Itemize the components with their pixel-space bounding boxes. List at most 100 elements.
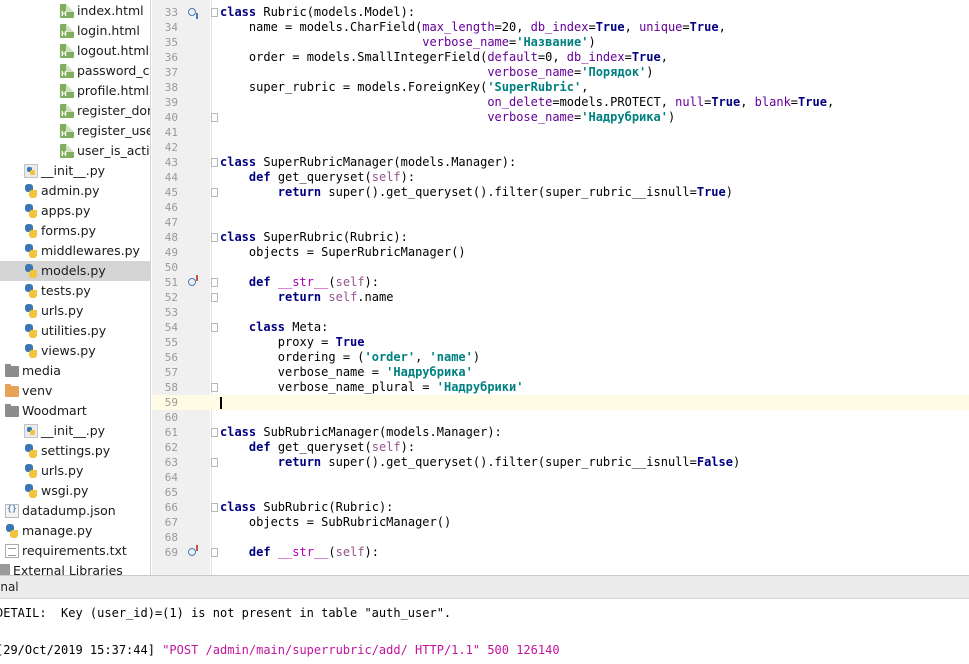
code-line[interactable]: 45 return super().get_queryset().filter(… [152, 185, 969, 200]
terminal-tool-window-header[interactable]: inal [0, 575, 969, 599]
line-number: 50 [164, 261, 178, 274]
fold-marker-icon[interactable] [211, 233, 218, 242]
tree-item-label: register_dor [77, 103, 151, 118]
code-line[interactable]: 61 class SubRubricManager(models.Manager)… [152, 425, 969, 440]
python-file-icon [24, 224, 38, 238]
code-line[interactable]: 33 class Rubric(models.Model): [152, 5, 969, 20]
terminal-tab-label[interactable]: inal [0, 576, 19, 599]
python-file-icon [24, 464, 38, 478]
tree-item[interactable]: manage.py [0, 521, 150, 541]
code-line[interactable]: 65 [152, 485, 969, 500]
fold-marker-icon[interactable] [211, 383, 218, 392]
tree-item[interactable]: datadump.json [0, 501, 150, 521]
code-line[interactable]: 55 proxy = True [152, 335, 969, 350]
code-line[interactable]: 52 return self.name [152, 290, 969, 305]
line-number: 68 [164, 531, 178, 544]
code-line[interactable]: 42 [152, 140, 969, 155]
line-number: 64 [164, 471, 178, 484]
code-line[interactable]: 36 order = models.SmallIntegerField(defa… [152, 50, 969, 65]
fold-marker-icon[interactable] [211, 278, 218, 287]
code-line[interactable]: 40 verbose_name='Надрубрика') [152, 110, 969, 125]
line-number: 48 [164, 231, 178, 244]
tree-item[interactable]: user_is_activ [0, 141, 150, 161]
code-line[interactable]: 37 verbose_name='Порядок') [152, 65, 969, 80]
tree-item[interactable]: middlewares.py [0, 241, 150, 261]
line-number: 58 [164, 381, 178, 394]
python-file-icon [24, 244, 38, 258]
overrides-method-icon[interactable] [188, 275, 198, 286]
tree-item[interactable]: urls.py [0, 301, 150, 321]
code-line[interactable]: 67 objects = SubRubricManager() [152, 515, 969, 530]
tree-item[interactable]: password_c [0, 61, 150, 81]
code-line[interactable]: 38 super_rubric = models.ForeignKey('Sup… [152, 80, 969, 95]
tree-item[interactable]: admin.py [0, 181, 150, 201]
code-editor[interactable]: 33 class Rubric(models.Model): 34 name = m… [152, 0, 969, 575]
code-line[interactable]: 39 on_delete=models.PROTECT, null=True, … [152, 95, 969, 110]
code-line[interactable]: 47 [152, 215, 969, 230]
tree-item[interactable]: register_dor [0, 101, 151, 121]
code-line[interactable]: 46 [152, 200, 969, 215]
tree-item[interactable]: register_use [0, 121, 150, 141]
tree-item[interactable]: venv [0, 381, 150, 401]
tree-item[interactable]: apps.py [0, 201, 150, 221]
tree-item[interactable]: index.html [0, 1, 150, 21]
tree-item[interactable]: forms.py [0, 221, 150, 241]
tree-item[interactable]: profile.html [0, 81, 150, 101]
fold-marker-icon[interactable] [211, 548, 218, 557]
fold-marker-icon[interactable] [211, 8, 218, 17]
code-line[interactable]: 41 [152, 125, 969, 140]
terminal-output[interactable]: DETAIL: Key (user_id)=(1) is not present… [0, 599, 969, 664]
project-tree[interactable]: index.html login.html logout.html password_… [0, 0, 151, 575]
tree-item[interactable]: External Libraries [0, 561, 150, 575]
tree-item[interactable]: models.py [0, 261, 150, 281]
html-file-icon [60, 64, 74, 78]
code-text: objects = SubRubricManager() [220, 515, 452, 529]
tree-item[interactable]: media [0, 361, 150, 381]
tree-item[interactable]: settings.py [0, 441, 150, 461]
fold-marker-icon[interactable] [211, 428, 218, 437]
is-overridden-icon[interactable] [188, 8, 198, 19]
fold-marker-icon[interactable] [211, 293, 218, 302]
fold-marker-icon[interactable] [211, 503, 218, 512]
code-line[interactable]: 69 def __str__(self): [152, 545, 969, 560]
tree-item[interactable]: Woodmart [0, 401, 150, 421]
tree-item[interactable]: __init__.py [0, 421, 150, 441]
fold-marker-icon[interactable] [211, 113, 218, 122]
code-line[interactable]: 68 [152, 530, 969, 545]
code-line[interactable]: 44 def get_queryset(self): [152, 170, 969, 185]
tree-item-label: index.html [77, 3, 144, 18]
code-line[interactable]: 57 verbose_name = 'Надрубрика' [152, 365, 969, 380]
code-line[interactable]: 63 return super().get_queryset().filter(… [152, 455, 969, 470]
tree-item[interactable]: login.html [0, 21, 150, 41]
code-line[interactable]: 50 [152, 260, 969, 275]
fold-marker-icon[interactable] [211, 323, 218, 332]
code-line[interactable]: 60 [152, 410, 969, 425]
code-line[interactable]: 54 class Meta: [152, 320, 969, 335]
tree-item[interactable]: logout.html [0, 41, 150, 61]
fold-marker-icon[interactable] [211, 458, 218, 467]
code-line[interactable]: 59 [152, 395, 969, 410]
code-line[interactable]: 49 objects = SuperRubricManager() [152, 245, 969, 260]
code-line[interactable]: 35 verbose_name='Название') [152, 35, 969, 50]
code-line[interactable]: 43 class SuperRubricManager(models.Manage… [152, 155, 969, 170]
tree-item[interactable]: views.py [0, 341, 150, 361]
code-line[interactable]: 51 def __str__(self): [152, 275, 969, 290]
tree-item[interactable]: requirements.txt [0, 541, 150, 561]
code-line[interactable]: 34 name = models.CharField(max_length=20… [152, 20, 969, 35]
overrides-method-icon[interactable] [188, 545, 198, 556]
tree-item[interactable]: __init__.py [0, 161, 150, 181]
fold-marker-icon[interactable] [211, 188, 218, 197]
code-line[interactable]: 58 verbose_name_plural = 'Надрубрики' [152, 380, 969, 395]
code-line[interactable]: 62 def get_queryset(self): [152, 440, 969, 455]
code-line[interactable]: 66 class SubRubric(Rubric): [152, 500, 969, 515]
code-line[interactable]: 53 [152, 305, 969, 320]
code-line[interactable]: 48 class SuperRubric(Rubric): [152, 230, 969, 245]
tree-item[interactable]: tests.py [0, 281, 150, 301]
tree-item[interactable]: utilities.py [0, 321, 150, 341]
code-line[interactable]: 56 ordering = ('order', 'name') [152, 350, 969, 365]
tree-item[interactable]: wsgi.py [0, 481, 150, 501]
tree-item[interactable]: urls.py [0, 461, 150, 481]
html-file-icon [60, 104, 74, 118]
code-line[interactable]: 64 [152, 470, 969, 485]
fold-marker-icon[interactable] [211, 158, 218, 167]
